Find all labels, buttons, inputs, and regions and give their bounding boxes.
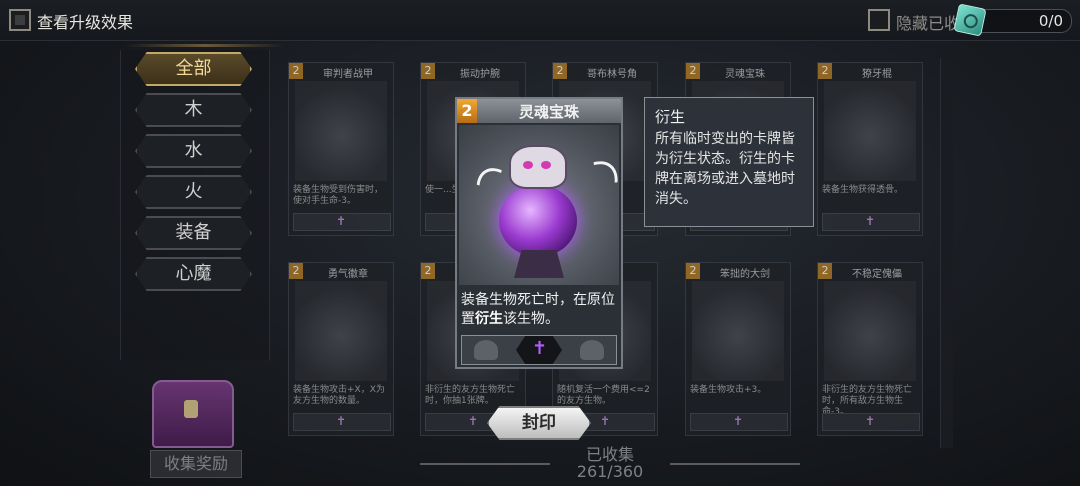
card-slot-bar: [822, 213, 920, 231]
card-slot-bar: ✝: [461, 335, 617, 365]
upgrade-effect-label[interactable]: 查看升级效果: [37, 9, 133, 33]
fang-club-icon: [824, 81, 916, 181]
hide-collected-checkbox[interactable]: [868, 9, 890, 31]
tab-all[interactable]: 全部: [135, 52, 252, 86]
card-slot-bar: [690, 413, 788, 431]
tab-fire[interactable]: 火: [135, 175, 252, 209]
keyword-tooltip: 衍生 所有临时变出的卡牌皆为衍生状态。衍生的卡牌在离场或进入墓地时消失。: [644, 97, 814, 227]
card-level: 2: [686, 63, 700, 79]
skull-icon: [509, 145, 567, 189]
card-detail-popup: 2 灵魂宝珠 装备生物死亡时，在原位置衍生该生物。 ✝: [455, 97, 631, 369]
card-level-badge: 2: [457, 99, 477, 123]
card-desc: 装备生物攻击+3。: [690, 385, 767, 395]
desc-text-end: 该生物。: [503, 311, 559, 327]
card-level: 2: [818, 263, 832, 279]
card-desc: 装备生物受到伤害时，使对手生命-3。: [293, 185, 384, 206]
tab-water[interactable]: 水: [135, 134, 252, 168]
card-desc: 非衍生的友方生物死亡时，你抽1张牌。: [425, 385, 516, 406]
greatsword-icon: [692, 281, 784, 381]
card-tile[interactable]: 2 不稳定傀儡 非衍生的友方生物死亡时，所有敌方生物生命-3。: [817, 262, 923, 436]
collection-progress: 已收集 261/360: [560, 446, 660, 480]
card-title: 獠牙棍: [862, 69, 892, 80]
card-level: 2: [818, 63, 832, 79]
tab-wood[interactable]: 木: [135, 93, 252, 127]
card-slot-bar: [293, 213, 391, 231]
scrollbar[interactable]: [940, 58, 953, 448]
card-title: 审判者战甲: [323, 69, 373, 80]
collect-reward-button[interactable]: 收集奖励: [150, 450, 242, 478]
card-title: 振动护腕: [460, 69, 500, 80]
desc-keyword[interactable]: 衍生: [475, 311, 503, 327]
card-desc: 装备生物获得透骨。: [822, 185, 904, 195]
card-level: 2: [289, 63, 303, 79]
collection-label: 已收集: [585, 445, 634, 464]
currency-count: 0/0: [1038, 12, 1063, 30]
orb-icon: [499, 185, 577, 257]
armor-icon: [295, 81, 387, 181]
upgrade-checkbox[interactable]: [9, 9, 31, 31]
card-title: 哥布林号角: [587, 69, 637, 80]
gem-icon: [953, 3, 987, 37]
card-header: 2 灵魂宝珠: [457, 99, 621, 123]
card-title: 灵魂宝珠: [518, 103, 579, 121]
reward-chest-icon[interactable]: [152, 380, 234, 448]
card-level: 2: [421, 263, 435, 279]
card-desc: 随机复活一个费用<=2的友方生物。: [557, 385, 650, 406]
seal-button[interactable]: 封印: [487, 406, 591, 440]
card-tile[interactable]: 2 笨拙的大剑 装备生物攻击+3。: [685, 262, 791, 436]
collection-count: 261/360: [576, 462, 644, 481]
card-level: 2: [289, 263, 303, 279]
divider: [670, 463, 800, 465]
tab-inner-demon[interactable]: 心魔: [135, 257, 252, 291]
orb-base: [514, 250, 564, 278]
divider: [420, 463, 550, 465]
soul-orb-icon: [459, 125, 631, 285]
tab-equipment[interactable]: 装备: [135, 216, 252, 250]
card-slot-bar: [822, 413, 920, 431]
card-tile[interactable]: 2 勇气徽章 装备生物攻击+X，X为友方生物的数量。: [288, 262, 394, 436]
card-title: 不稳定傀儡: [852, 269, 902, 280]
cross-icon: ✝: [532, 338, 548, 359]
card-desc: 装备生物攻击+X，X为友方生物的数量。: [293, 385, 385, 406]
card-level: 2: [421, 63, 435, 79]
tooltip-title: 衍生: [655, 108, 686, 126]
hide-collected-label[interactable]: 隐藏已收: [896, 10, 958, 34]
card-tile[interactable]: 2 审判者战甲 装备生物受到伤害时，使对手生命-3。: [288, 62, 394, 236]
card-level: 2: [686, 263, 700, 279]
card-title: 勇气徽章: [328, 269, 368, 280]
card-title: 灵魂宝珠: [725, 69, 765, 80]
helmet-icon: [474, 340, 498, 360]
golem-icon: [824, 281, 916, 381]
card-description: 装备生物死亡时，在原位置衍生该生物。: [461, 291, 619, 329]
card-slot-bar: [293, 413, 391, 431]
tooltip-body: 所有临时变出的卡牌皆为衍生状态。衍生的卡牌在离场或进入墓地时消失。: [655, 131, 795, 207]
cross-slot: ✝: [516, 336, 562, 364]
card-title: 笨拙的大剑: [720, 269, 770, 280]
card-level: 2: [553, 63, 567, 79]
badge-icon: [295, 281, 387, 381]
helmet-icon: [580, 340, 604, 360]
divider: [125, 44, 285, 47]
card-tile[interactable]: 2 獠牙棍 装备生物获得透骨。: [817, 62, 923, 236]
